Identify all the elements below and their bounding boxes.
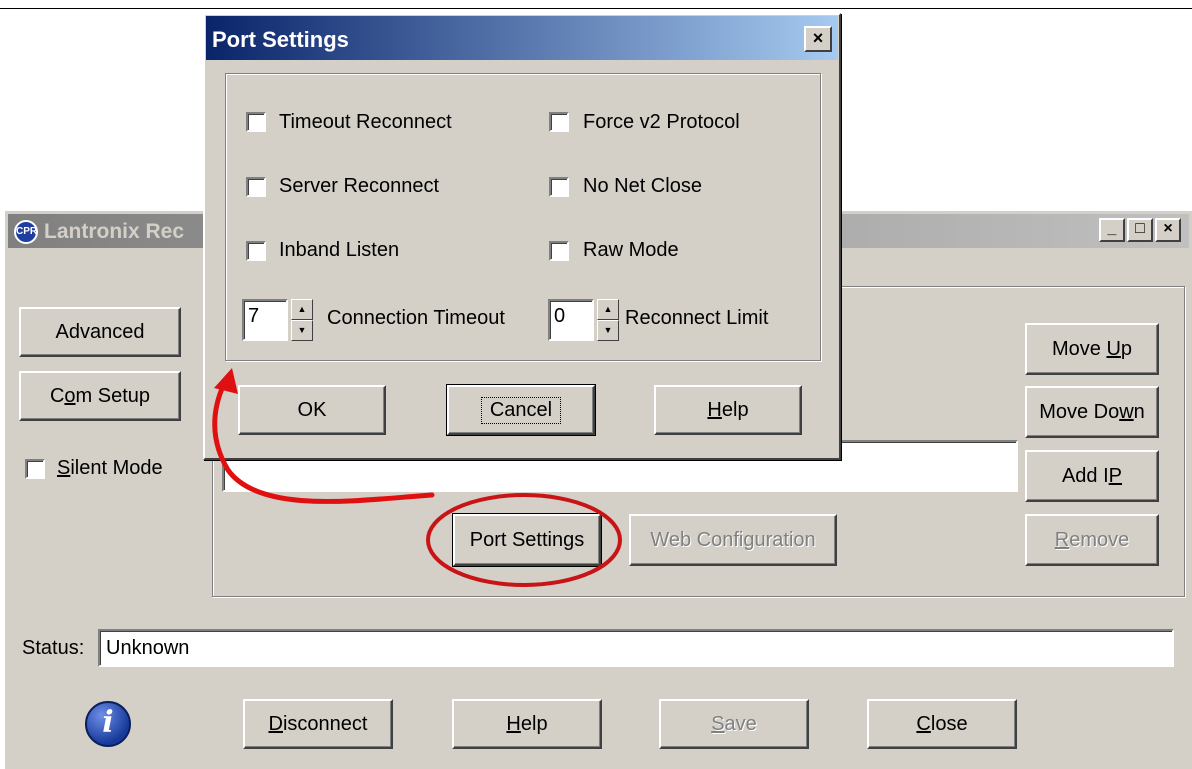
remove-button[interactable]: Remove (1025, 514, 1159, 566)
reconnect-limit-input[interactable]: 0 (548, 299, 594, 341)
reconnect-limit-label: Reconnect Limit (625, 307, 769, 329)
reconnect-limit-value: 0 (554, 305, 566, 327)
no-net-close-label: No Net Close (583, 175, 702, 197)
spin-down-icon[interactable]: ▼ (291, 320, 313, 341)
disconnect-label: Disconnect (268, 712, 368, 735)
spin-up-icon[interactable]: ▲ (291, 299, 313, 320)
dialog-help-label: Help (707, 398, 749, 421)
dialog-title-bar[interactable]: Port Settings × (206, 16, 838, 60)
add-ip-label: Add IP (1061, 464, 1123, 487)
close-icon[interactable]: × (1155, 218, 1181, 242)
remove-label: Remove (1054, 528, 1130, 551)
cancel-button[interactable]: Cancel (446, 384, 596, 436)
status-label: Status: (22, 637, 85, 659)
port-settings-label: Port Settings (469, 528, 585, 551)
move-up-button[interactable]: Move Up (1025, 323, 1159, 375)
top-rule (0, 8, 1192, 9)
force-v2-protocol-label: Force v2 Protocol (583, 111, 740, 133)
move-down-button[interactable]: Move Down (1025, 386, 1159, 438)
connection-timeout-spinner[interactable]: ▲ ▼ (291, 299, 313, 341)
com-setup-button[interactable]: Com Setup (19, 371, 181, 421)
no-net-close-checkbox[interactable] (549, 177, 569, 197)
save-label: Save (711, 712, 757, 735)
info-icon[interactable]: i (85, 701, 131, 747)
silent-mode-label: Silent Mode (57, 457, 163, 479)
server-reconnect-checkbox[interactable] (246, 177, 266, 197)
save-button[interactable]: Save (659, 699, 809, 749)
cpr-app-icon: CPR (14, 220, 38, 244)
connection-timeout-value: 7 (248, 305, 260, 327)
spin-up-icon[interactable]: ▲ (597, 299, 619, 320)
move-down-label: Move Down (1039, 400, 1145, 423)
port-settings-dialog: Port Settings × Timeout Reconnect Server… (203, 13, 841, 460)
force-v2-protocol-checkbox[interactable] (549, 112, 569, 132)
advanced-button-label: Advanced (55, 320, 145, 343)
port-settings-button[interactable]: Port Settings (452, 513, 602, 567)
connection-timeout-label: Connection Timeout (327, 307, 505, 329)
close-label: Close (916, 712, 968, 735)
web-configuration-label: Web Configuration (650, 528, 816, 551)
status-value: Unknown (106, 637, 190, 659)
raw-mode-checkbox[interactable] (549, 241, 569, 261)
disconnect-button[interactable]: Disconnect (243, 699, 393, 749)
spin-down-icon[interactable]: ▼ (597, 320, 619, 341)
ok-label: OK (297, 398, 327, 421)
move-up-label: Move Up (1051, 337, 1133, 360)
web-configuration-button[interactable]: Web Configuration (629, 514, 837, 566)
dialog-close-icon[interactable]: × (804, 26, 832, 52)
dialog-help-button[interactable]: Help (654, 385, 802, 435)
maximize-icon[interactable]: □ (1127, 218, 1153, 242)
help-label: Help (506, 712, 548, 735)
close-button[interactable]: Close (867, 699, 1017, 749)
connection-timeout-input[interactable]: 7 (242, 299, 288, 341)
reconnect-limit-spinner[interactable]: ▲ ▼ (597, 299, 619, 341)
cancel-label: Cancel (480, 396, 562, 424)
add-ip-button[interactable]: Add IP (1025, 450, 1159, 502)
inband-listen-label: Inband Listen (279, 239, 400, 261)
ok-button[interactable]: OK (238, 385, 386, 435)
silent-mode-checkbox[interactable] (25, 459, 45, 479)
com-setup-label: Com Setup (49, 384, 151, 407)
status-field: Unknown (98, 629, 1174, 667)
inband-listen-checkbox[interactable] (246, 241, 266, 261)
server-reconnect-label: Server Reconnect (279, 175, 440, 197)
main-title-text: Lantronix Rec (44, 220, 185, 243)
timeout-reconnect-checkbox[interactable] (246, 112, 266, 132)
timeout-reconnect-label: Timeout Reconnect (279, 111, 452, 133)
help-button[interactable]: Help (452, 699, 602, 749)
minimize-icon[interactable]: _ (1099, 218, 1125, 242)
dialog-title: Port Settings (212, 27, 349, 52)
advanced-button[interactable]: Advanced (19, 307, 181, 357)
raw-mode-label: Raw Mode (583, 239, 679, 261)
